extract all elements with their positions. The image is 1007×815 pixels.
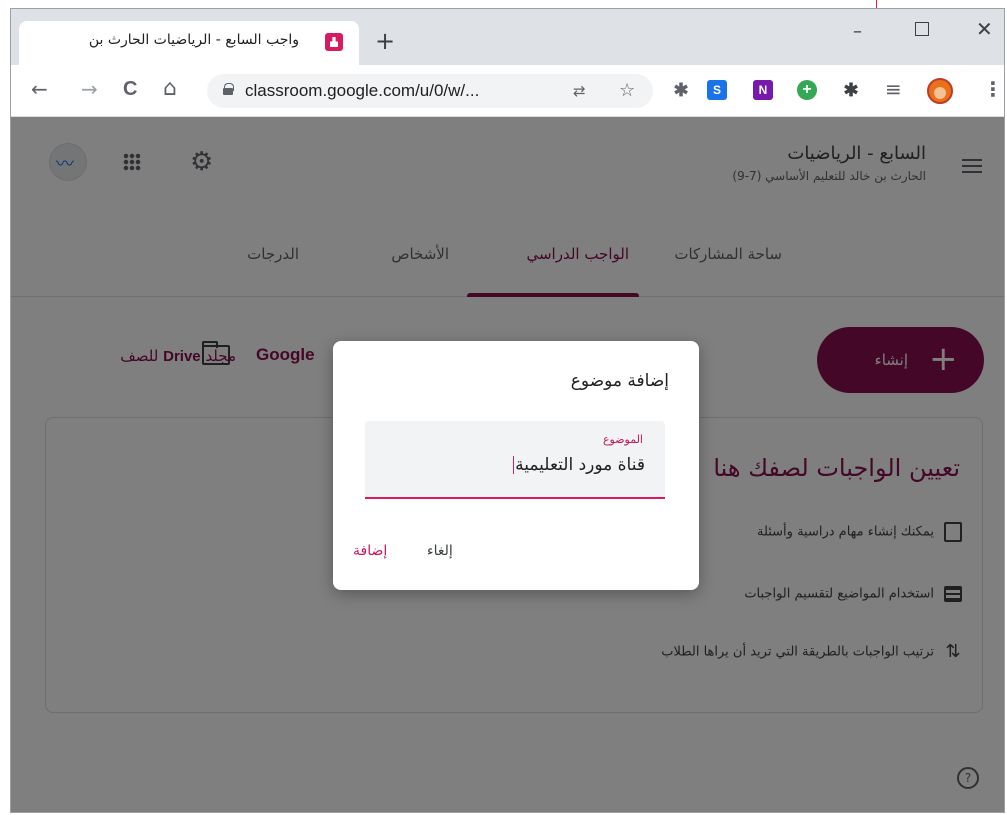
browser-toolbar: ← → C ⌂ classroom.google.com/u/0/w/... ⇄… bbox=[11, 65, 1004, 117]
topic-field-value[interactable]: قناة مورد التعليمية bbox=[513, 455, 645, 475]
window-close-button[interactable]: ✕ bbox=[976, 17, 993, 41]
tab-title: واجب السابع - الرياضيات الحارث بن bbox=[88, 32, 299, 48]
lock-icon[interactable] bbox=[223, 83, 234, 95]
browser-tab[interactable]: × واجب السابع - الرياضيات الحارث بن bbox=[19, 21, 359, 65]
onenote-extension-icon[interactable]: N bbox=[753, 80, 773, 100]
dialog-title: إضافة موضوع bbox=[570, 371, 669, 391]
extensions-puzzle-icon[interactable]: ✱ bbox=[841, 80, 861, 100]
plus-extension-icon[interactable]: + bbox=[797, 80, 817, 100]
home-icon[interactable]: ⌂ bbox=[163, 78, 177, 100]
topic-input[interactable]: الموضوع قناة مورد التعليمية bbox=[365, 421, 665, 499]
add-button[interactable]: إضافة bbox=[353, 543, 387, 559]
profile-avatar[interactable] bbox=[927, 78, 953, 104]
add-topic-dialog: إضافة موضوع الموضوع قناة مورد التعليمية … bbox=[333, 341, 699, 590]
url-text[interactable]: classroom.google.com/u/0/w/... bbox=[245, 81, 479, 101]
red-edge-mark bbox=[876, 0, 877, 8]
back-arrow-icon[interactable]: ← bbox=[31, 79, 48, 99]
browser-titlebar: × واجب السابع - الرياضيات الحارث بن + – … bbox=[11, 9, 1004, 65]
reload-icon[interactable]: C bbox=[123, 79, 137, 99]
classroom-favicon-icon bbox=[325, 33, 343, 51]
sway-extension-icon[interactable]: S bbox=[707, 80, 727, 100]
address-bar[interactable]: classroom.google.com/u/0/w/... ⇄ ☆ bbox=[207, 74, 653, 108]
new-tab-button[interactable]: + bbox=[375, 29, 395, 53]
browser-window: × واجب السابع - الرياضيات الحارث بن + – … bbox=[10, 8, 1005, 813]
translate-icon[interactable]: ⇄ bbox=[573, 82, 586, 100]
topic-field-label: الموضوع bbox=[602, 433, 643, 446]
minimize-button[interactable]: – bbox=[853, 21, 862, 42]
cancel-button[interactable]: إلغاء bbox=[427, 543, 453, 559]
reading-list-icon[interactable]: ≡ bbox=[885, 79, 902, 99]
browser-menu-icon[interactable]: ⋮ bbox=[983, 79, 1003, 99]
bookmark-star-icon[interactable]: ☆ bbox=[619, 80, 635, 101]
forward-arrow-icon[interactable]: → bbox=[81, 79, 98, 99]
maximize-button[interactable] bbox=[915, 22, 929, 36]
puzzle-extension-icon[interactable]: ✱ bbox=[671, 80, 691, 100]
